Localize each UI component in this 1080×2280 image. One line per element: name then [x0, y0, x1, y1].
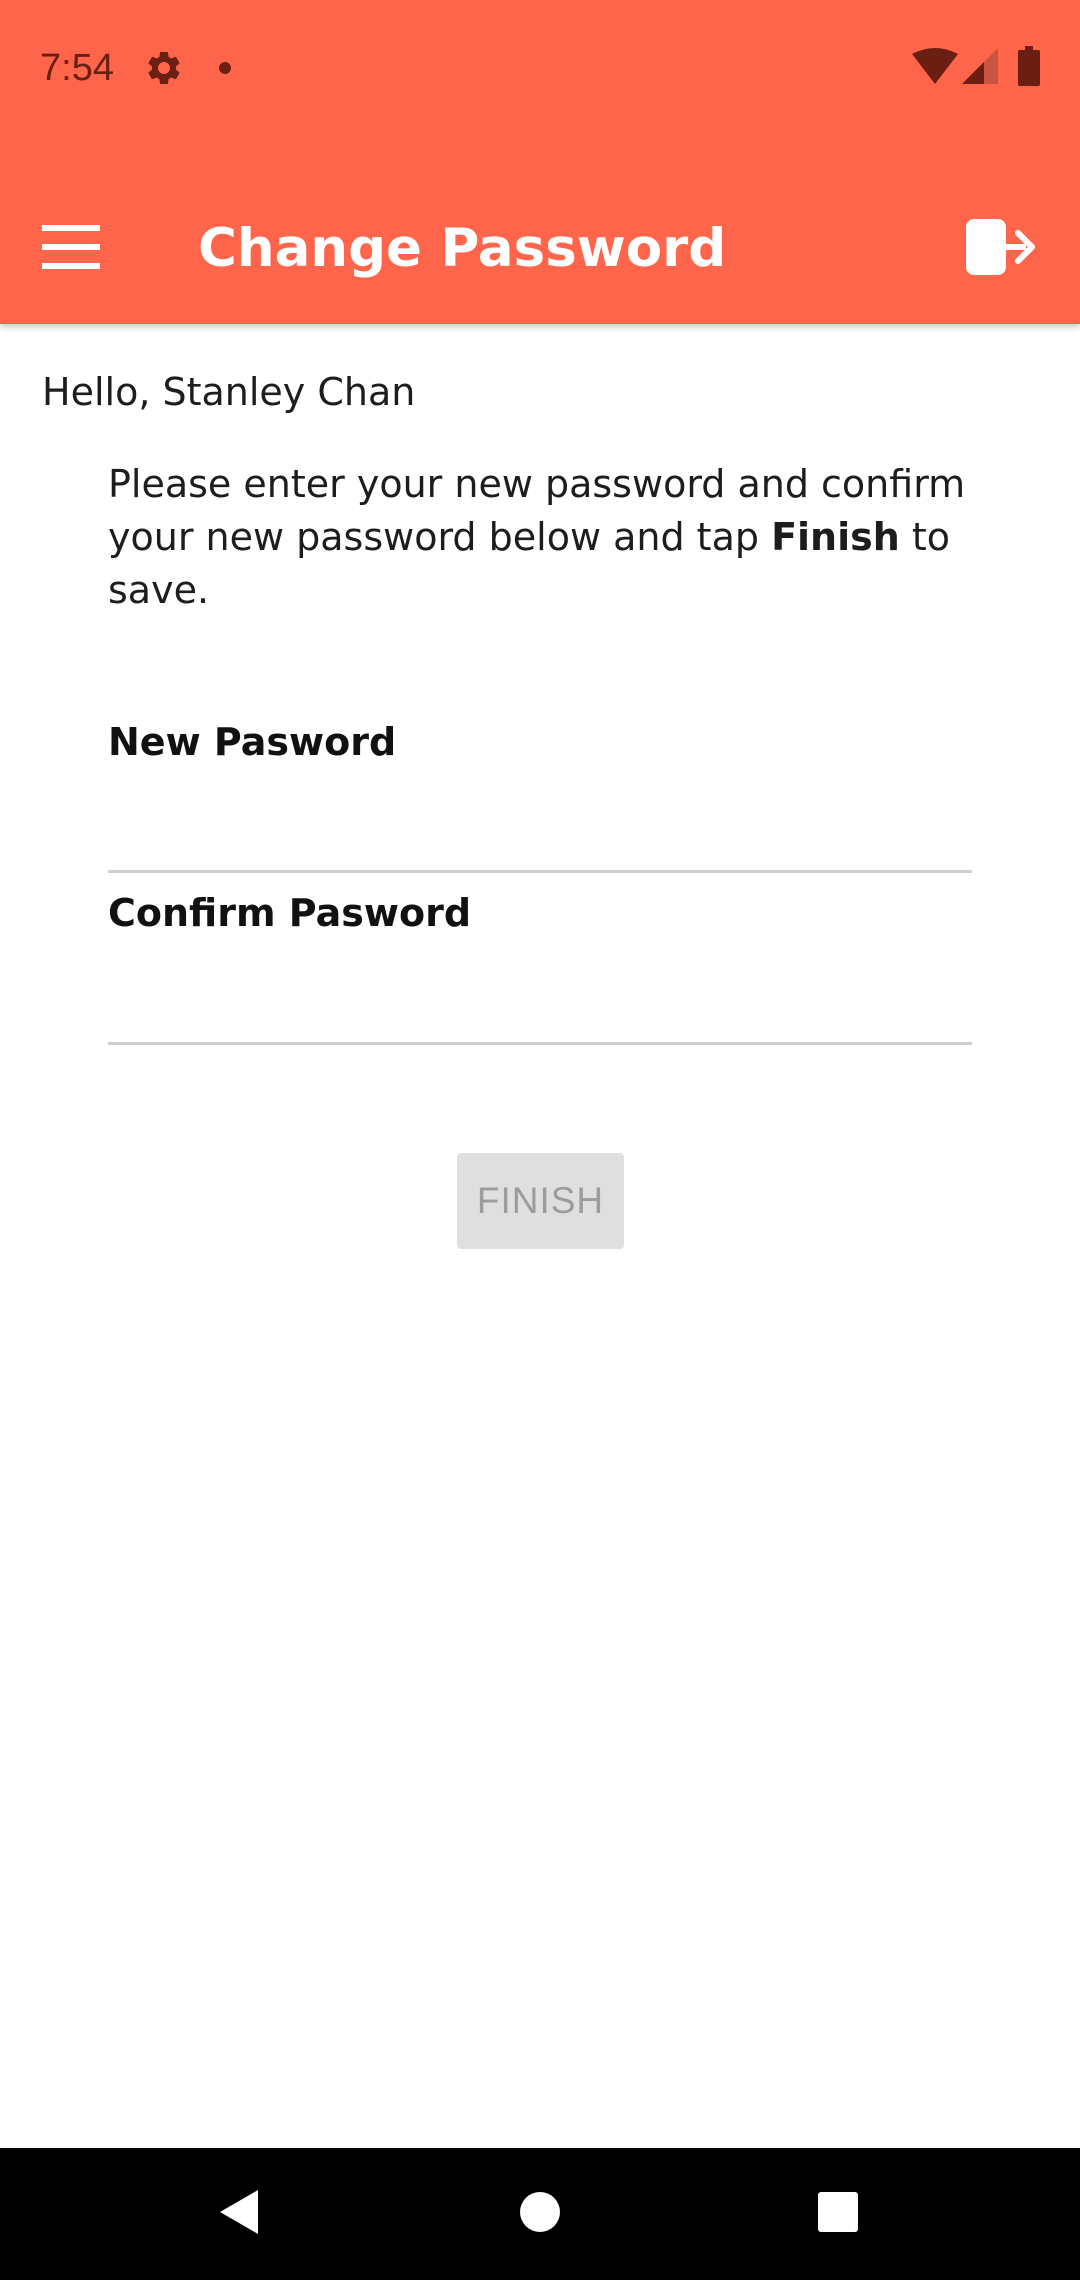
instructions-text: Please enter your new password and confi…	[108, 458, 988, 617]
new-password-field[interactable]	[108, 806, 972, 873]
greeting-text: Hello, Stanley Chan	[42, 370, 416, 414]
battery-icon	[1018, 46, 1040, 90]
page-title: Change Password	[198, 218, 727, 279]
cell-signal-icon	[962, 48, 998, 88]
nav-recents-button[interactable]	[778, 2168, 898, 2260]
system-navigation-bar	[0, 2148, 1080, 2280]
home-icon	[519, 2191, 561, 2237]
confirm-password-field[interactable]	[108, 978, 972, 1045]
settings-icon	[144, 48, 184, 92]
menu-button[interactable]	[30, 200, 112, 298]
nav-home-button[interactable]	[480, 2168, 600, 2260]
recents-icon	[817, 2191, 859, 2237]
back-icon	[218, 2188, 262, 2240]
new-password-label: New Pasword	[108, 720, 397, 764]
wifi-icon	[912, 48, 958, 88]
logout-icon	[964, 217, 1036, 281]
instructions-finish-keyword: Finish	[771, 515, 900, 559]
notification-dot-icon	[217, 60, 233, 80]
status-time: 7:54	[40, 47, 114, 89]
finish-button[interactable]: FINISH	[457, 1153, 624, 1249]
app-header: 7:54 Change Password	[0, 0, 1080, 324]
logout-button[interactable]	[952, 200, 1048, 298]
confirm-password-label: Confirm Pasword	[108, 891, 472, 935]
nav-back-button[interactable]	[180, 2168, 300, 2260]
hamburger-menu-icon	[42, 225, 100, 273]
